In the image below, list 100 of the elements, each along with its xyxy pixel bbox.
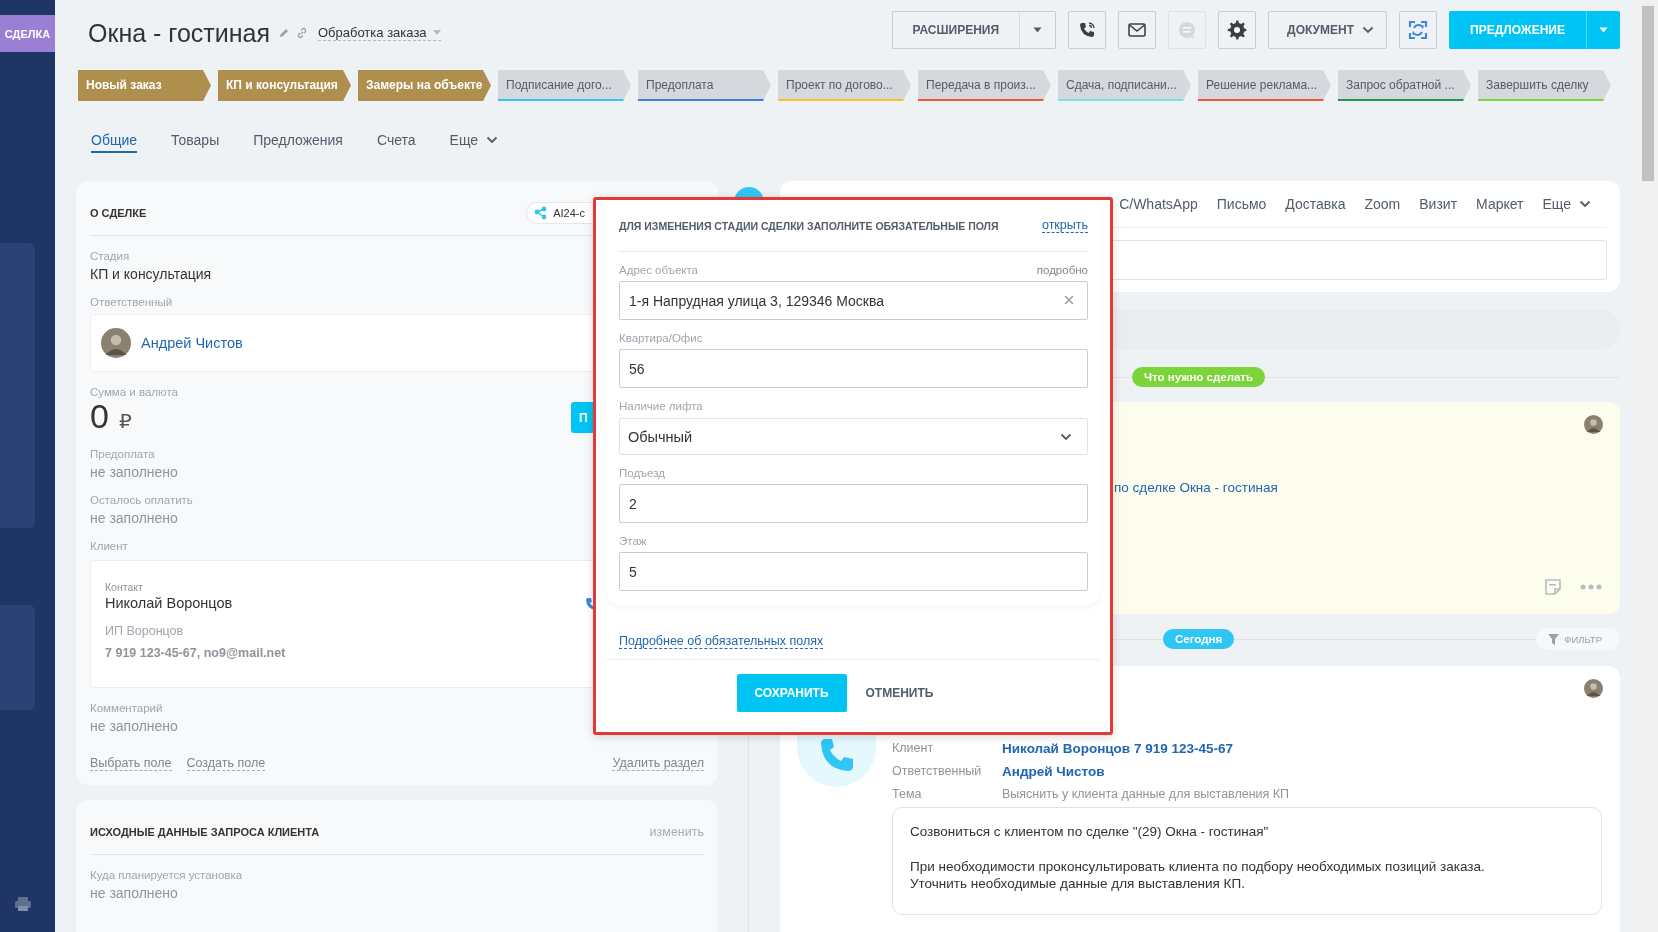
document-button[interactable]: ДОКУМЕНТ <box>1268 11 1388 49</box>
field-value: не заполнено <box>90 885 178 901</box>
comment-text: При необходимости проконсультировать клиента по подбору необходимых позиций заказа. <box>910 859 1486 874</box>
envelope-icon <box>1128 23 1147 37</box>
settings-button[interactable] <box>1218 11 1257 49</box>
tab[interactable]: Zoom <box>1364 196 1401 212</box>
user-link[interactable]: Андрей Чистов <box>141 335 243 351</box>
deal-link[interactable]: по сделке Окна - гостиная <box>1114 480 1278 495</box>
extensions-button[interactable]: РАСШИРЕНИЯ <box>891 11 1020 49</box>
field-label: Контакт <box>105 581 143 593</box>
avatar <box>1584 415 1603 434</box>
field-label: Сумма и валюта <box>90 386 178 398</box>
stage-step[interactable]: Завершить сделку <box>1478 70 1611 101</box>
comment-text: Уточнить необходимые данные для выставления КП. <box>910 876 1246 891</box>
input-field[interactable]: 2 <box>619 484 1088 523</box>
stage-step[interactable]: Новый заказ <box>78 70 211 101</box>
tab[interactable]: Счета <box>376 119 416 153</box>
avatar <box>1584 679 1603 698</box>
field-value: не заполнено <box>90 718 178 734</box>
tab[interactable]: Еще <box>449 119 499 153</box>
input-field[interactable]: 56 <box>619 349 1088 388</box>
stage-step[interactable]: Замеры на объекте <box>358 70 491 101</box>
tab[interactable]: Маркет <box>1476 196 1524 212</box>
link[interactable]: Создать поле <box>186 756 266 771</box>
field-label: Комментарий <box>90 702 163 714</box>
stage-step[interactable]: Подписание дого... <box>498 70 631 101</box>
field-link[interactable]: Андрей Чистов <box>1002 764 1602 779</box>
clear-icon[interactable] <box>1063 294 1075 306</box>
field-label: Осталось оплатить <box>90 494 193 506</box>
pencil-icon <box>277 27 290 39</box>
section-title: О СДЕЛКЕ <box>90 207 147 219</box>
caret-icon <box>432 30 441 35</box>
chat-icon <box>1177 20 1198 40</box>
stage-step[interactable]: КП и консультация <box>218 70 351 101</box>
help-link[interactable]: Подробнее об обязательных полях <box>619 634 824 649</box>
stage-step[interactable]: Передача в произ... <box>918 70 1051 101</box>
field-label: Подъезд <box>619 467 665 479</box>
page-title: Окна - гостиная <box>88 18 270 48</box>
input-field[interactable]: 1-я Напрудная улица 3, 129346 Москва <box>619 281 1088 320</box>
chevron-icon <box>1579 200 1591 208</box>
field-label: Этаж <box>619 535 647 547</box>
field-value: КП и консультация <box>90 266 212 282</box>
field-label: Ответственный <box>892 764 983 779</box>
dropdown-button[interactable] <box>1586 11 1620 49</box>
tab[interactable]: Общие <box>91 119 138 153</box>
dropdown-button[interactable] <box>1019 11 1057 49</box>
tab[interactable]: Визит <box>1419 196 1458 212</box>
field-label: Ответственный <box>90 296 173 308</box>
call-button[interactable] <box>1068 11 1107 49</box>
badge-label: AI24-c <box>553 207 585 219</box>
amount-value: 0 <box>90 398 109 434</box>
company-name: ИП Воронцов <box>105 624 184 638</box>
more-icon[interactable] <box>1580 584 1602 590</box>
stage-step[interactable]: Сдача, подписани... <box>1058 70 1191 101</box>
section-badge: Сегодня <box>1163 629 1235 649</box>
mail-button[interactable] <box>1118 11 1157 49</box>
link[interactable]: Выбрать поле <box>90 756 172 771</box>
chevron-icon <box>1060 432 1072 441</box>
field-label: Стадия <box>90 250 130 262</box>
stage-step[interactable]: Решение реклама... <box>1198 70 1331 101</box>
field-label: Квартира/Офис <box>619 332 703 344</box>
sync-button[interactable] <box>1399 11 1438 49</box>
contact-details: 7 919 123-45-67, no9@mail.net <box>105 646 286 660</box>
filter-icon <box>1548 633 1560 645</box>
tab[interactable]: Предложения <box>253 119 343 153</box>
tab[interactable]: Товары <box>171 119 220 153</box>
select-field[interactable]: Обычный <box>619 418 1088 455</box>
stage-step[interactable]: Запрос обратной ... <box>1338 70 1471 101</box>
tab[interactable]: Еще <box>1542 196 1591 212</box>
sidebar-tab[interactable]: СДЕЛКА <box>0 15 55 52</box>
cancel-button[interactable]: ОТМЕНИТЬ <box>859 685 940 701</box>
contact-name: Николай Воронцов <box>105 595 233 611</box>
phone-icon <box>1078 21 1097 39</box>
scroll-thumb[interactable] <box>1642 6 1654 181</box>
field-label: Клиент <box>892 741 935 756</box>
caret-icon <box>1599 27 1608 33</box>
tab[interactable]: Письмо <box>1216 196 1267 212</box>
field-link[interactable]: Николай Воронцов 7 919 123-45-67 <box>1002 741 1602 756</box>
stage-step[interactable]: Проект по догово... <box>778 70 911 101</box>
field-label: Наличие лифта <box>619 400 703 412</box>
field-label: Адрес объекта <box>619 264 698 276</box>
field-label: Куда планируется установка <box>90 869 243 881</box>
field-label: Тема <box>892 787 923 801</box>
comment-text: Созвониться с клиентом по сделке "(29) Окна - гостиная" <box>910 824 1270 839</box>
details-link[interactable]: подробно <box>1036 264 1088 276</box>
pipeline-selector[interactable]: Обработка заказа <box>317 25 441 41</box>
note-icon[interactable] <box>1544 578 1562 596</box>
tab[interactable]: C/WhatsApp <box>1119 196 1198 212</box>
stage-step[interactable]: Предоплата <box>638 70 771 101</box>
currency-sign: ₽ <box>118 409 132 433</box>
open-link[interactable]: открыть <box>1041 218 1088 233</box>
printer-icon[interactable] <box>14 896 32 912</box>
avatar <box>101 328 131 358</box>
field-value: не заполнено <box>90 510 178 526</box>
input-field[interactable]: 5 <box>619 552 1088 591</box>
section-title: ИСХОДНЫЕ ДАННЫЕ ЗАПРОСА КЛИЕНТА <box>90 826 320 838</box>
field-value: не заполнено <box>90 464 178 480</box>
chevron-icon <box>1362 26 1375 34</box>
delete-link[interactable]: Удалить раздел <box>612 756 704 771</box>
tab[interactable]: Доставка <box>1285 196 1346 212</box>
